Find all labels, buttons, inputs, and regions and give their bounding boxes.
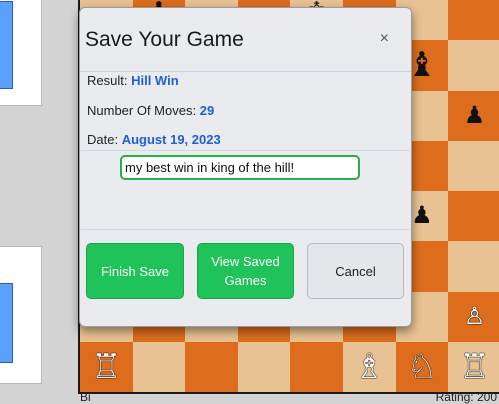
player-color-indicator: [0, 283, 13, 363]
board-square[interactable]: ♖: [448, 341, 499, 392]
date-value: August 19, 2023: [121, 132, 221, 147]
player-color-indicator: [0, 1, 13, 89]
board-square[interactable]: ♟: [448, 90, 499, 141]
left-panel-top: [0, 0, 42, 106]
close-icon[interactable]: ×: [380, 30, 389, 48]
board-square[interactable]: [132, 341, 186, 392]
moves-row: Number Of Moves: 29: [87, 103, 214, 118]
dialog-title: Save Your Game: [85, 28, 244, 51]
result-row: Result: Hill Win: [87, 73, 179, 88]
board-square[interactable]: ♗: [342, 341, 396, 392]
board-square[interactable]: [448, 0, 499, 41]
view-saved-games-button[interactable]: View Saved Games: [197, 243, 294, 299]
dialog-header: Save Your Game ×: [80, 8, 411, 72]
board-square[interactable]: [448, 140, 499, 191]
left-panel-bottom: [0, 246, 42, 384]
board-square[interactable]: ♙: [448, 291, 499, 342]
white-knight-icon[interactable]: ♘: [407, 350, 437, 384]
board-square[interactable]: [448, 191, 499, 242]
date-label: Date:: [87, 132, 119, 147]
divider: [81, 150, 410, 151]
finish-save-button[interactable]: Finish Save: [86, 243, 184, 299]
result-label: Result:: [87, 73, 128, 88]
white-rook-icon[interactable]: ♖: [459, 350, 489, 384]
white-pawn-icon[interactable]: ♙: [464, 304, 486, 329]
white-bishop-icon[interactable]: ♗: [354, 350, 384, 384]
moves-label: Number Of Moves:: [87, 103, 197, 118]
board-square[interactable]: [185, 341, 238, 392]
board-square[interactable]: ♘: [395, 341, 449, 392]
board-square[interactable]: [448, 40, 499, 91]
board-square[interactable]: [448, 241, 499, 292]
board-square[interactable]: [290, 341, 343, 392]
board-square[interactable]: ♖: [80, 341, 133, 392]
moves-value: 29: [199, 103, 215, 118]
save-game-dialog: Save Your Game × Result: Hill Win Number…: [79, 7, 412, 327]
rating-label: Rating: 200: [435, 390, 497, 404]
date-row: Date: August 19, 2023: [87, 132, 221, 147]
cancel-button[interactable]: Cancel: [307, 243, 404, 299]
black-pawn-icon[interactable]: ♟: [464, 103, 486, 128]
divider: [81, 229, 410, 230]
board-square[interactable]: [237, 341, 291, 392]
black-pawn-icon[interactable]: ♟: [411, 204, 433, 228]
game-note-input[interactable]: [120, 155, 360, 180]
white-rook-icon[interactable]: ♖: [91, 350, 121, 384]
player-name-label: Bi: [80, 390, 91, 404]
result-value: Hill Win: [131, 73, 179, 88]
